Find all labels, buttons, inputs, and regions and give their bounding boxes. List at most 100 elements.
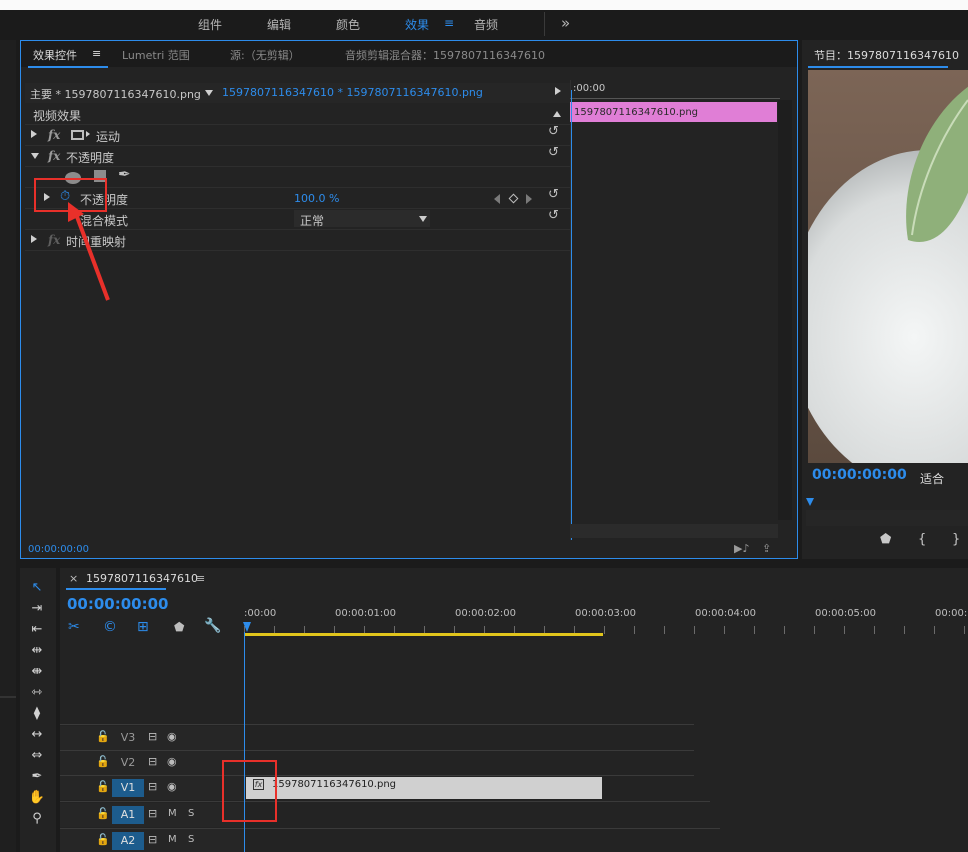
sequence-clip-label[interactable]: 1597807116347610 * 1597807116347610.png bbox=[222, 86, 483, 99]
opacity-value[interactable]: 100.0 % bbox=[294, 192, 339, 205]
mute-button[interactable]: M bbox=[168, 834, 177, 845]
track-header-a1[interactable]: 🔓 A1 ⊟ M S bbox=[60, 803, 244, 827]
track-header-v2[interactable]: 🔓 V2 ⊟ ◉ bbox=[60, 751, 244, 775]
track-name[interactable]: V1 bbox=[112, 779, 144, 797]
slip-slide-tool-icon[interactable]: ↔ bbox=[28, 727, 46, 743]
effect-panel-timecode[interactable]: 00:00:00:00 bbox=[28, 544, 89, 555]
sync-lock-icon[interactable]: ⊟ bbox=[148, 780, 157, 793]
lock-icon[interactable]: 🔓 bbox=[96, 780, 110, 793]
program-scrubber[interactable] bbox=[806, 510, 968, 526]
workspace-tab-editing[interactable]: 编辑 bbox=[267, 16, 291, 33]
lock-icon[interactable]: 🔓 bbox=[96, 833, 110, 846]
program-monitor-title[interactable]: 节目：1597807116347610 bbox=[814, 47, 959, 63]
slide-tool-icon[interactable]: ⇔ bbox=[28, 748, 46, 764]
workspace-tab-assembly[interactable]: 组件 bbox=[198, 16, 222, 33]
work-area-bar[interactable] bbox=[244, 633, 603, 636]
play-audio-icon[interactable]: ▶♪ bbox=[734, 542, 749, 555]
chevron-down-icon[interactable] bbox=[205, 90, 213, 96]
solo-button[interactable]: S bbox=[188, 834, 194, 845]
chevron-down-icon[interactable] bbox=[419, 216, 427, 222]
hand-tool-icon[interactable]: ✋ bbox=[28, 790, 46, 806]
ripple-edit-tool-icon[interactable]: ⇤ bbox=[28, 622, 46, 638]
zoom-tool-icon[interactable]: ⚲ bbox=[28, 811, 46, 827]
sync-lock-icon[interactable]: ⊟ bbox=[148, 730, 157, 743]
track-name[interactable]: V3 bbox=[112, 729, 144, 747]
eye-icon[interactable]: ◉ bbox=[167, 755, 177, 768]
workspace-overflow-button[interactable]: » bbox=[561, 14, 570, 32]
wrench-icon[interactable]: 🔧 bbox=[204, 618, 221, 634]
workspace-tab-effects[interactable]: 效果 bbox=[405, 16, 429, 33]
vertical-scrollbar[interactable] bbox=[778, 100, 792, 520]
program-playhead[interactable] bbox=[806, 498, 814, 506]
rate-stretch-tool-icon[interactable]: ⇼ bbox=[28, 664, 46, 680]
linked-selection-icon[interactable]: © bbox=[103, 619, 117, 635]
prev-keyframe-icon[interactable] bbox=[494, 194, 500, 204]
tab-lumetri[interactable]: Lumetri 范围 bbox=[122, 47, 190, 63]
workspace-tab-color[interactable]: 颜色 bbox=[336, 16, 360, 33]
lock-icon[interactable]: 🔓 bbox=[96, 807, 110, 820]
next-keyframe-icon[interactable] bbox=[526, 194, 532, 204]
reset-icon[interactable]: ↺ bbox=[548, 124, 559, 139]
horizontal-scrollbar[interactable] bbox=[570, 524, 778, 538]
tab-effect-controls[interactable]: 效果控件 bbox=[33, 47, 77, 63]
eye-icon[interactable]: ◉ bbox=[167, 780, 177, 793]
divider bbox=[0, 696, 16, 698]
sync-lock-icon[interactable]: ⊟ bbox=[148, 755, 157, 768]
master-clip-label[interactable]: 主要 * 1597807116347610.png bbox=[30, 86, 201, 102]
add-marker-icon[interactable]: ⬟ bbox=[880, 532, 891, 547]
mark-out-icon[interactable]: } bbox=[952, 532, 960, 547]
reset-icon[interactable]: ↺ bbox=[548, 208, 559, 223]
solo-button[interactable]: S bbox=[188, 808, 194, 819]
sync-lock-icon[interactable]: ⊟ bbox=[148, 807, 157, 820]
tab-audio-mixer[interactable]: 音频剪辑混合器：1597807116347610 bbox=[345, 47, 545, 63]
workspace-tab-audio[interactable]: 音频 bbox=[474, 16, 498, 33]
track-header-a2[interactable]: 🔓 A2 ⊟ M S bbox=[60, 829, 244, 852]
reset-icon[interactable]: ↺ bbox=[548, 187, 559, 202]
add-marker-sequence-icon[interactable]: ⊞ bbox=[137, 619, 149, 635]
ruler-label: 00:00:04:00 bbox=[695, 608, 757, 619]
effect-motion-label[interactable]: 运动 bbox=[96, 128, 120, 145]
snap-icon[interactable]: ✂ bbox=[68, 619, 80, 635]
track-header-v3[interactable]: 🔓 V3 ⊟ ◉ bbox=[60, 726, 244, 750]
close-sequence-icon[interactable]: × bbox=[69, 572, 78, 585]
blend-mode-value[interactable]: 正常 bbox=[300, 212, 324, 229]
razor-tool-icon[interactable]: ⧫ bbox=[28, 706, 46, 722]
lock-icon[interactable]: 🔓 bbox=[96, 730, 110, 743]
tab-menu-icon[interactable]: ≡ bbox=[92, 47, 101, 60]
eye-icon[interactable]: ◉ bbox=[167, 730, 177, 743]
lock-icon[interactable]: 🔓 bbox=[96, 755, 110, 768]
collapse-up-icon[interactable] bbox=[553, 111, 561, 117]
ruler-label: 00:00:03:00 bbox=[575, 608, 637, 619]
track-select-tool-icon[interactable]: ⇥ bbox=[28, 601, 46, 617]
sequence-tab[interactable]: 1597807116347610 bbox=[86, 572, 198, 585]
collapse-opacity-icon[interactable] bbox=[31, 153, 39, 159]
pen-mask-icon[interactable]: ✒ bbox=[118, 165, 131, 183]
reset-icon[interactable]: ↺ bbox=[548, 145, 559, 160]
marker-icon[interactable]: ⬟ bbox=[174, 620, 184, 634]
expand-motion-icon[interactable] bbox=[31, 130, 37, 138]
selection-tool-icon[interactable]: ↖ bbox=[28, 580, 46, 596]
mark-in-icon[interactable]: { bbox=[918, 532, 926, 547]
motion-transform-icon[interactable] bbox=[71, 130, 84, 140]
play-only-icon[interactable] bbox=[555, 87, 561, 95]
pen-tool-icon[interactable]: ✒ bbox=[28, 769, 46, 785]
program-timecode[interactable]: 00:00:00:00 bbox=[812, 467, 907, 483]
mini-playhead[interactable] bbox=[571, 90, 572, 540]
rolling-edit-tool-icon[interactable]: ⇹ bbox=[28, 643, 46, 659]
effect-opacity-label[interactable]: 不透明度 bbox=[66, 149, 114, 166]
track-name[interactable]: V2 bbox=[112, 754, 144, 772]
workspace-menu-icon[interactable]: ≡ bbox=[444, 16, 454, 30]
slip-tool-icon[interactable]: ⇿ bbox=[28, 685, 46, 701]
playhead-handle[interactable] bbox=[243, 622, 251, 632]
expand-time-remap-icon[interactable] bbox=[31, 235, 37, 243]
sequence-menu-icon[interactable]: ≡ bbox=[196, 572, 205, 585]
fit-dropdown[interactable]: 适合 bbox=[920, 470, 944, 487]
track-name[interactable]: A1 bbox=[112, 806, 144, 824]
tab-source[interactable]: 源:（无剪辑） bbox=[230, 47, 300, 63]
track-header-v1[interactable]: 🔓 V1 ⊟ ◉ bbox=[60, 776, 244, 800]
export-icon[interactable]: ⇪ bbox=[762, 542, 771, 555]
timeline-timecode[interactable]: 00:00:00:00 bbox=[67, 595, 169, 613]
mute-button[interactable]: M bbox=[168, 808, 177, 819]
sync-lock-icon[interactable]: ⊟ bbox=[148, 833, 157, 846]
track-name[interactable]: A2 bbox=[112, 832, 144, 850]
